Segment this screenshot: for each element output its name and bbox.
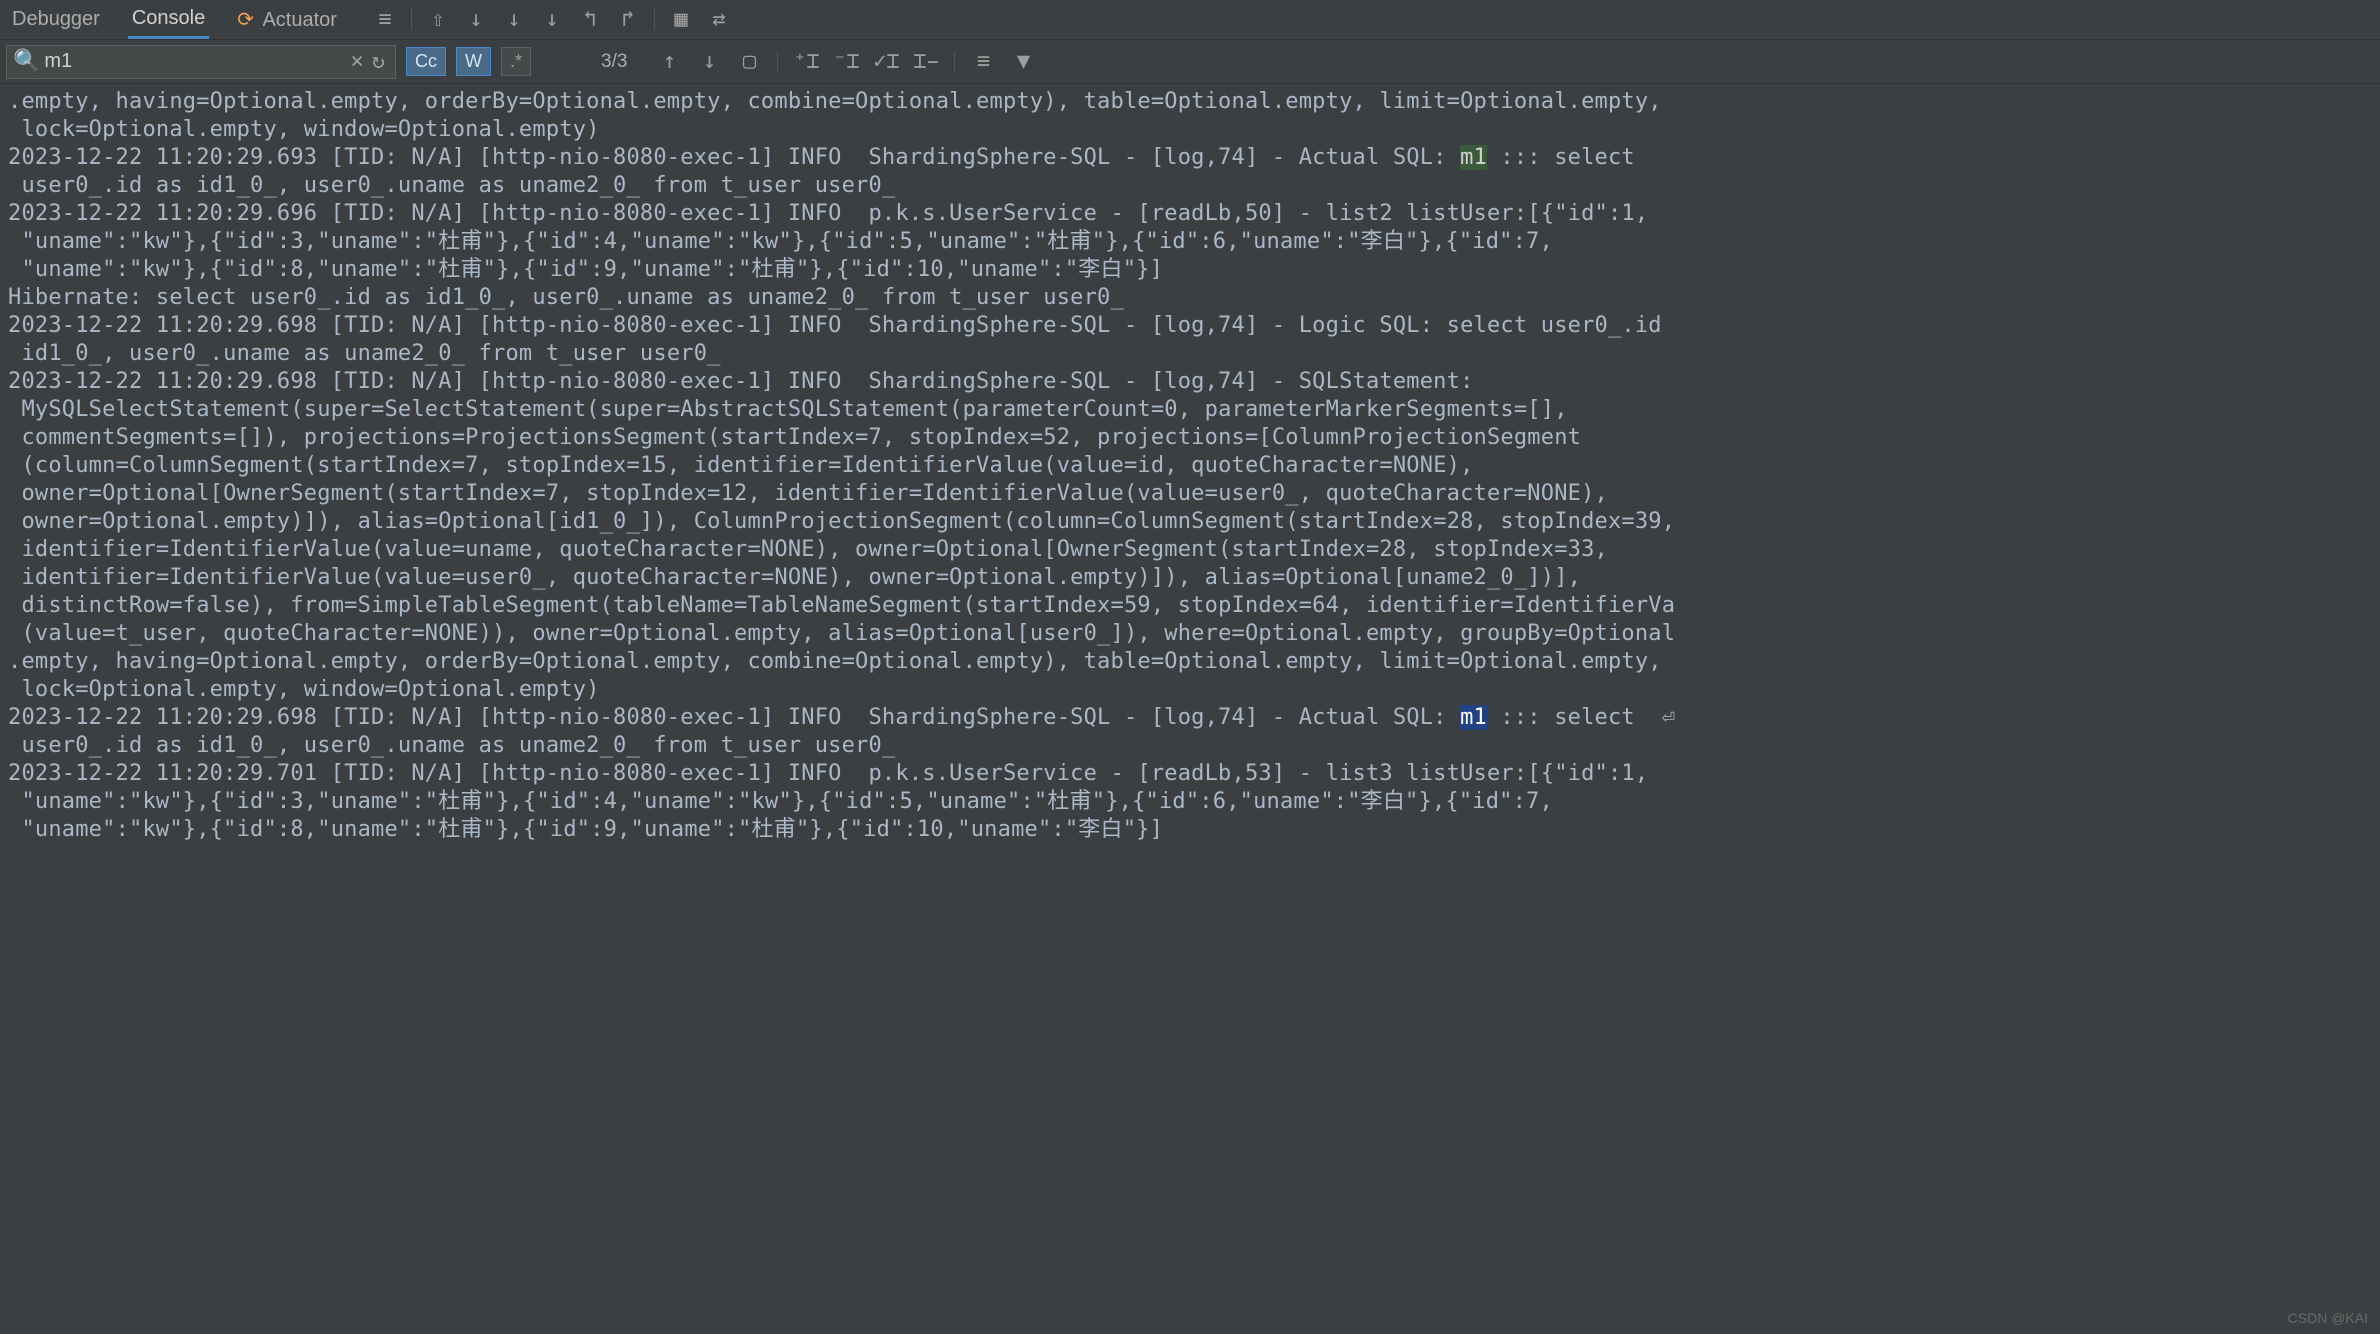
upload-icon[interactable]: ⇧	[426, 8, 450, 32]
search-input[interactable]	[44, 50, 346, 73]
log-line: (column=ColumnSegment(startIndex=7, stop…	[8, 452, 2372, 480]
download-icon-2[interactable]: ↓	[502, 8, 526, 32]
tab-actuator-label: Actuator	[262, 9, 336, 31]
log-line: 2023-12-22 11:20:29.698 [TID: N/A] [http…	[8, 368, 2372, 396]
divider	[411, 8, 412, 30]
log-line: owner=Optional.empty)]), alias=Optional[…	[8, 508, 2372, 536]
log-line: 2023-12-22 11:20:29.693 [TID: N/A] [http…	[8, 144, 2372, 172]
log-line: 2023-12-22 11:20:29.696 [TID: N/A] [http…	[8, 200, 2372, 228]
console-output[interactable]: .empty, having=Optional.empty, orderBy=O…	[0, 84, 2380, 1334]
log-line: Hibernate: select user0_.id as id1_0_, u…	[8, 284, 2372, 312]
log-line: identifier=IdentifierValue(value=user0_,…	[8, 564, 2372, 592]
log-line: "uname":"kw"},{"id":3,"uname":"杜甫"},{"id…	[8, 228, 2372, 256]
toggle-replace-icon[interactable]: ⌶̵	[914, 50, 938, 74]
match-count: 3/3	[601, 51, 627, 73]
search-highlight: m1	[1460, 705, 1487, 730]
log-line: 2023-12-22 11:20:29.698 [TID: N/A] [http…	[8, 704, 2372, 732]
log-line: lock=Optional.empty, window=Optional.emp…	[8, 676, 2372, 704]
search-input-wrap: 🔍 × ↻	[6, 45, 396, 79]
log-line: identifier=IdentifierValue(value=uname, …	[8, 536, 2372, 564]
next-match-icon[interactable]: ↓	[697, 50, 721, 74]
log-line: user0_.id as id1_0_, user0_.uname as una…	[8, 732, 2372, 760]
tab-debugger[interactable]: Debugger	[8, 2, 104, 37]
filter-icon[interactable]: ▼	[1011, 50, 1035, 74]
add-selection-icon[interactable]: ⁺⌶	[794, 50, 818, 74]
download-icon-1[interactable]: ↓	[464, 8, 488, 32]
log-line: commentSegments=[]), projections=Project…	[8, 424, 2372, 452]
divider	[954, 51, 955, 73]
log-line: MySQLSelectStatement(super=SelectStateme…	[8, 396, 2372, 424]
step-back-icon[interactable]: ↰	[578, 8, 602, 32]
remove-selection-icon[interactable]: ⁻⌶	[834, 50, 858, 74]
divider	[654, 8, 655, 30]
search-history-icon[interactable]: ↻	[368, 49, 389, 74]
log-line: user0_.id as id1_0_, user0_.uname as una…	[8, 172, 2372, 200]
list-icon[interactable]: ≡	[971, 50, 995, 74]
match-case-toggle[interactable]: Cc	[406, 47, 446, 76]
grid-icon[interactable]: ▦	[669, 8, 693, 32]
tab-actuator[interactable]: ⟳ Actuator	[233, 1, 341, 38]
clear-search-icon[interactable]: ×	[347, 49, 368, 74]
search-highlight: m1	[1460, 145, 1487, 170]
log-line: .empty, having=Optional.empty, orderBy=O…	[8, 88, 2372, 116]
settings-icon[interactable]: ⇄	[707, 8, 731, 32]
select-all-icon[interactable]: ▢	[737, 50, 761, 74]
whole-word-toggle[interactable]: W	[456, 47, 491, 76]
step-out-icon[interactable]: ↱	[616, 8, 640, 32]
log-line: 2023-12-22 11:20:29.698 [TID: N/A] [http…	[8, 312, 2372, 340]
tab-console[interactable]: Console	[128, 1, 209, 39]
regex-toggle[interactable]: .*	[501, 47, 531, 76]
more-icon[interactable]: ≡	[373, 8, 397, 32]
log-line: (value=t_user, quoteCharacter=NONE)), ow…	[8, 620, 2372, 648]
log-line: owner=Optional[OwnerSegment(startIndex=7…	[8, 480, 2372, 508]
download-icon-3[interactable]: ↓	[540, 8, 564, 32]
actuator-icon: ⟳	[237, 9, 254, 31]
tool-window-tabs: Debugger Console ⟳ Actuator ≡ ⇧ ↓ ↓ ↓ ↰ …	[0, 0, 2380, 40]
prev-match-icon[interactable]: ↑	[657, 50, 681, 74]
log-line: .empty, having=Optional.empty, orderBy=O…	[8, 648, 2372, 676]
divider	[777, 51, 778, 73]
log-line: lock=Optional.empty, window=Optional.emp…	[8, 116, 2372, 144]
log-line: "uname":"kw"},{"id":8,"uname":"杜甫"},{"id…	[8, 256, 2372, 284]
log-line: id1_0_, user0_.uname as uname2_0_ from t…	[8, 340, 2372, 368]
watermark: CSDN @KAI	[2288, 1310, 2368, 1326]
search-icon: 🔍	[13, 49, 40, 74]
log-line: "uname":"kw"},{"id":3,"uname":"杜甫"},{"id…	[8, 788, 2372, 816]
log-line: 2023-12-22 11:20:29.701 [TID: N/A] [http…	[8, 760, 2372, 788]
select-all-occurrences-icon[interactable]: ✓⌶	[874, 50, 898, 74]
log-line: distinctRow=false), from=SimpleTableSegm…	[8, 592, 2372, 620]
log-line: "uname":"kw"},{"id":8,"uname":"杜甫"},{"id…	[8, 816, 2372, 844]
find-bar: 🔍 × ↻ Cc W .* 3/3 ↑ ↓ ▢ ⁺⌶ ⁻⌶ ✓⌶ ⌶̵ ≡ ▼	[0, 40, 2380, 84]
